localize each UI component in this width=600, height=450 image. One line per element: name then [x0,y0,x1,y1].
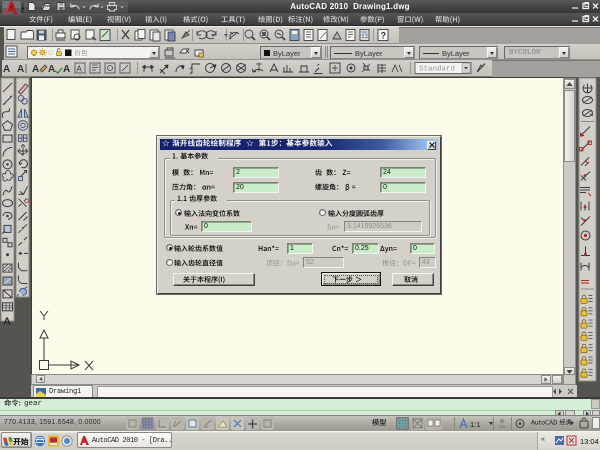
svg-text:A: A [48,64,55,75]
svg-text:1:1: 1:1 [470,420,480,429]
svg-text:Standard: Standard [419,66,455,74]
svg-text:A: A [3,64,10,75]
svg-text:A: A [63,64,70,75]
svg-text:A: A [32,64,39,75]
svg-text:?: ? [381,31,387,41]
svg-text:A: A [17,64,24,75]
svg-text:A: A [77,65,83,74]
svg-text:A: A [3,317,10,328]
